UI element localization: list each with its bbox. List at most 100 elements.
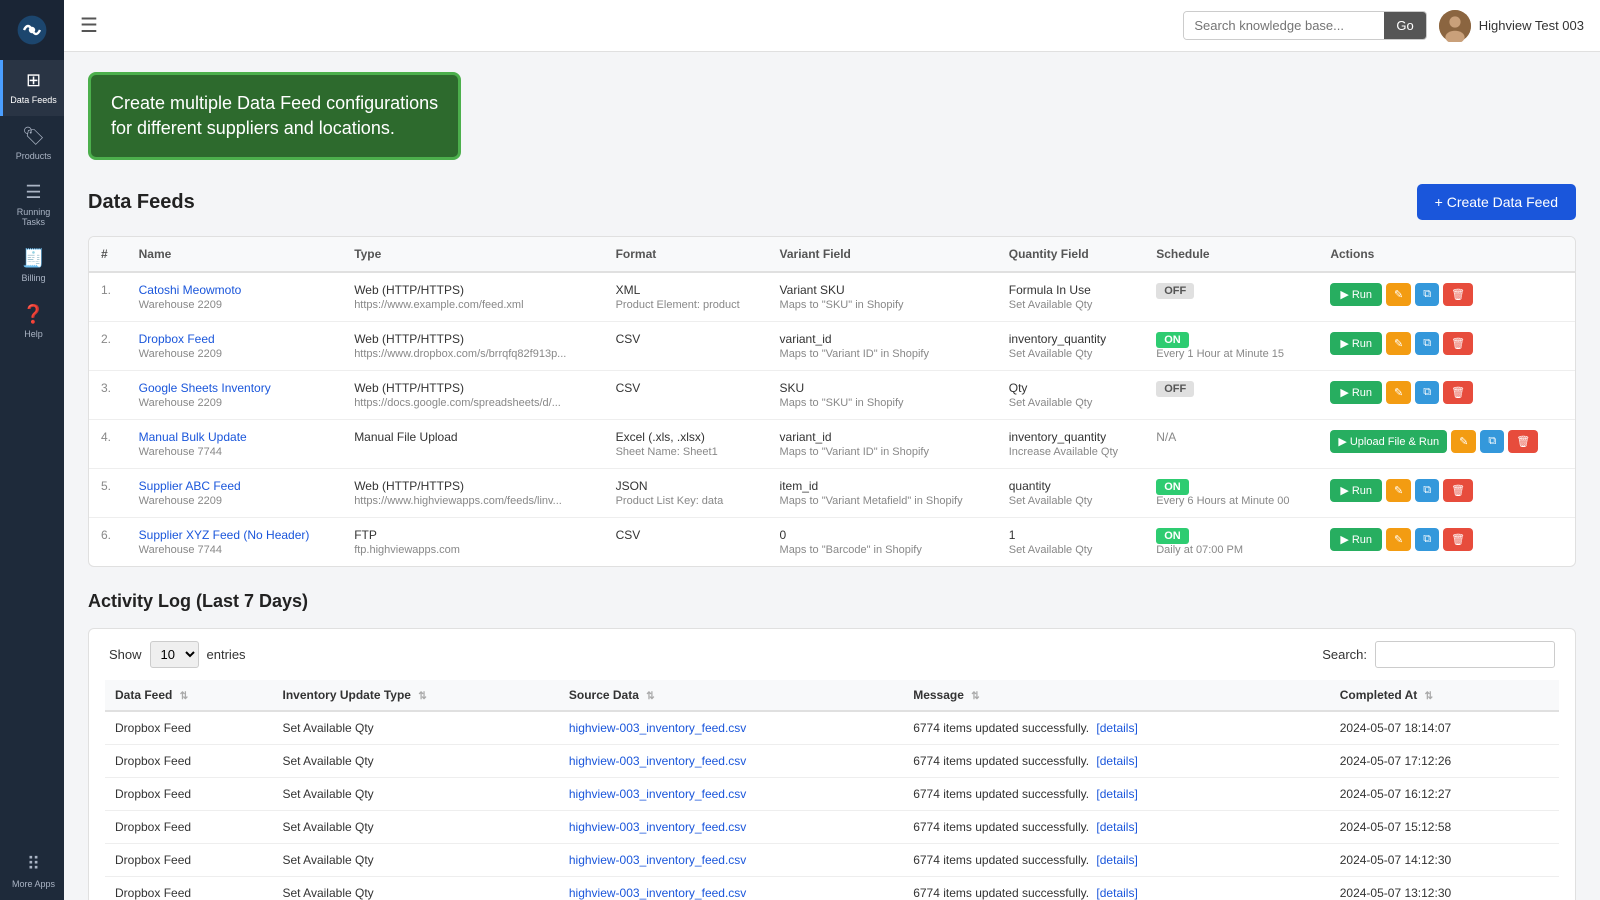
edit-button[interactable]: ✎: [1386, 332, 1411, 355]
tooltip-banner: Create multiple Data Feed configurations…: [88, 72, 461, 160]
delete-button[interactable]: 🗑: [1443, 381, 1473, 404]
details-link[interactable]: [details]: [1096, 721, 1137, 735]
activity-cell-feed: Dropbox Feed: [105, 844, 273, 877]
activity-cell-source: highview-003_inventory_feed.csv: [559, 778, 903, 811]
edit-button[interactable]: ✎: [1386, 528, 1411, 551]
details-link[interactable]: [details]: [1096, 853, 1137, 867]
activity-row: Dropbox Feed Set Available Qty highview-…: [105, 711, 1559, 745]
delete-button[interactable]: 🗑: [1443, 479, 1473, 502]
hamburger-button[interactable]: ☰: [80, 13, 98, 38]
activity-row: Dropbox Feed Set Available Qty highview-…: [105, 811, 1559, 844]
sidebar-item-label: More Apps: [12, 879, 55, 890]
create-data-feed-button[interactable]: + Create Data Feed: [1417, 184, 1576, 220]
sidebar-item-running-tasks[interactable]: ☰ Running Tasks: [0, 172, 64, 239]
source-data-link[interactable]: highview-003_inventory_feed.csv: [569, 754, 746, 768]
col-format: Format: [604, 237, 768, 272]
cell-quantity: quantity Set Available Qty: [997, 469, 1144, 518]
copy-button[interactable]: ⧉: [1480, 430, 1504, 453]
run-button[interactable]: ▶ Run: [1330, 381, 1382, 404]
feed-name-link[interactable]: Google Sheets Inventory: [139, 381, 271, 395]
sidebar-item-label: Help: [24, 329, 43, 340]
copy-button[interactable]: ⧉: [1415, 283, 1439, 306]
details-link[interactable]: [details]: [1096, 787, 1137, 801]
app-logo[interactable]: [0, 0, 64, 60]
upload-run-button[interactable]: ▶ Upload File & Run: [1330, 430, 1447, 453]
cell-num: 1.: [89, 272, 127, 322]
col-message: Message ⇅: [903, 680, 1330, 711]
knowledge-search-input[interactable]: [1184, 12, 1384, 39]
delete-button[interactable]: 🗑: [1443, 528, 1473, 551]
source-data-link[interactable]: highview-003_inventory_feed.csv: [569, 787, 746, 801]
cell-variant: SKU Maps to "SKU" in Shopify: [768, 371, 997, 420]
feed-name-link[interactable]: Supplier XYZ Feed (No Header): [139, 528, 310, 542]
cell-format: XML Product Element: product: [604, 272, 768, 322]
col-quantity-field: Quantity Field: [997, 237, 1144, 272]
page-title: Data Feeds: [88, 191, 195, 214]
activity-cell-source: highview-003_inventory_feed.csv: [559, 745, 903, 778]
cell-schedule: OFF: [1144, 371, 1318, 420]
billing-icon: 🧾: [22, 248, 44, 269]
activity-cell-completed: 2024-05-07 13:12:30: [1330, 877, 1559, 900]
run-button[interactable]: ▶ Run: [1330, 528, 1382, 551]
sidebar-item-label: Products: [16, 151, 52, 162]
cell-actions: ▶ Run✎⧉🗑: [1318, 371, 1575, 420]
more-apps-icon: ⠿: [27, 854, 40, 875]
copy-button[interactable]: ⧉: [1415, 381, 1439, 404]
cell-format: CSV: [604, 518, 768, 567]
feed-variant-sub: Maps to "Variant ID" in Shopify: [780, 446, 985, 458]
cell-type: Web (HTTP/HTTPS) https://www.example.com…: [342, 272, 603, 322]
sidebar-item-more-apps[interactable]: ⠿ More Apps: [0, 844, 64, 900]
source-data-link[interactable]: highview-003_inventory_feed.csv: [569, 721, 746, 735]
delete-button[interactable]: 🗑: [1508, 430, 1538, 453]
search-label: Search:: [1322, 647, 1367, 662]
run-button[interactable]: ▶ Run: [1330, 283, 1382, 306]
sidebar-item-products[interactable]: 🏷 Products: [0, 116, 64, 172]
feed-schedule-sub: Every 1 Hour at Minute 15: [1156, 348, 1306, 360]
knowledge-search-button[interactable]: Go: [1384, 12, 1425, 39]
edit-button[interactable]: ✎: [1386, 283, 1411, 306]
details-link[interactable]: [details]: [1096, 886, 1137, 900]
delete-button[interactable]: 🗑: [1443, 332, 1473, 355]
entries-select[interactable]: 10 25 50: [150, 641, 199, 668]
sidebar-item-billing[interactable]: 🧾 Billing: [0, 238, 64, 294]
feed-variant-sub: Maps to "Variant Metafield" in Shopify: [780, 495, 985, 507]
edit-button[interactable]: ✎: [1386, 381, 1411, 404]
cell-schedule: N/A: [1144, 420, 1318, 469]
cell-name: Dropbox Feed Warehouse 2209: [127, 322, 343, 371]
activity-log-title: Activity Log (Last 7 Days): [88, 591, 1576, 612]
activity-search-input[interactable]: [1375, 641, 1555, 668]
schedule-badge: OFF: [1156, 381, 1194, 397]
cell-format: CSV: [604, 322, 768, 371]
feed-warehouse: Warehouse 2209: [139, 348, 331, 360]
edit-button[interactable]: ✎: [1451, 430, 1476, 453]
run-button[interactable]: ▶ Run: [1330, 479, 1382, 502]
details-link[interactable]: [details]: [1096, 820, 1137, 834]
data-feeds-table: # Name Type Format Variant Field Quantit…: [89, 237, 1575, 566]
sidebar-item-help[interactable]: ❓ Help: [0, 294, 64, 350]
feed-name-link[interactable]: Supplier ABC Feed: [139, 479, 241, 493]
feed-warehouse: Warehouse 2209: [139, 299, 331, 311]
copy-button[interactable]: ⧉: [1415, 528, 1439, 551]
activity-cell-message: 6774 items updated successfully. [detail…: [903, 745, 1330, 778]
source-data-link[interactable]: highview-003_inventory_feed.csv: [569, 820, 746, 834]
source-data-link[interactable]: highview-003_inventory_feed.csv: [569, 853, 746, 867]
run-button[interactable]: ▶ Run: [1330, 332, 1382, 355]
copy-button[interactable]: ⧉: [1415, 332, 1439, 355]
activity-cell-type: Set Available Qty: [273, 811, 559, 844]
activity-cell-feed: Dropbox Feed: [105, 811, 273, 844]
feed-name-link[interactable]: Dropbox Feed: [139, 332, 215, 346]
cell-type: Web (HTTP/HTTPS) https://www.highviewapp…: [342, 469, 603, 518]
cell-schedule: ON Every 6 Hours at Minute 00: [1144, 469, 1318, 518]
feed-name-link[interactable]: Catoshi Meowmoto: [139, 283, 242, 297]
details-link[interactable]: [details]: [1096, 754, 1137, 768]
table-row: 2. Dropbox Feed Warehouse 2209 Web (HTTP…: [89, 322, 1575, 371]
feed-name-link[interactable]: Manual Bulk Update: [139, 430, 247, 444]
user-badge[interactable]: Highview Test 003: [1439, 10, 1584, 42]
delete-button[interactable]: 🗑: [1443, 283, 1473, 306]
copy-button[interactable]: ⧉: [1415, 479, 1439, 502]
schedule-badge: ON: [1156, 479, 1189, 495]
sidebar-item-data-feeds[interactable]: ⊞ Data Feeds: [0, 60, 64, 116]
activity-cell-source: highview-003_inventory_feed.csv: [559, 844, 903, 877]
edit-button[interactable]: ✎: [1386, 479, 1411, 502]
source-data-link[interactable]: highview-003_inventory_feed.csv: [569, 886, 746, 900]
